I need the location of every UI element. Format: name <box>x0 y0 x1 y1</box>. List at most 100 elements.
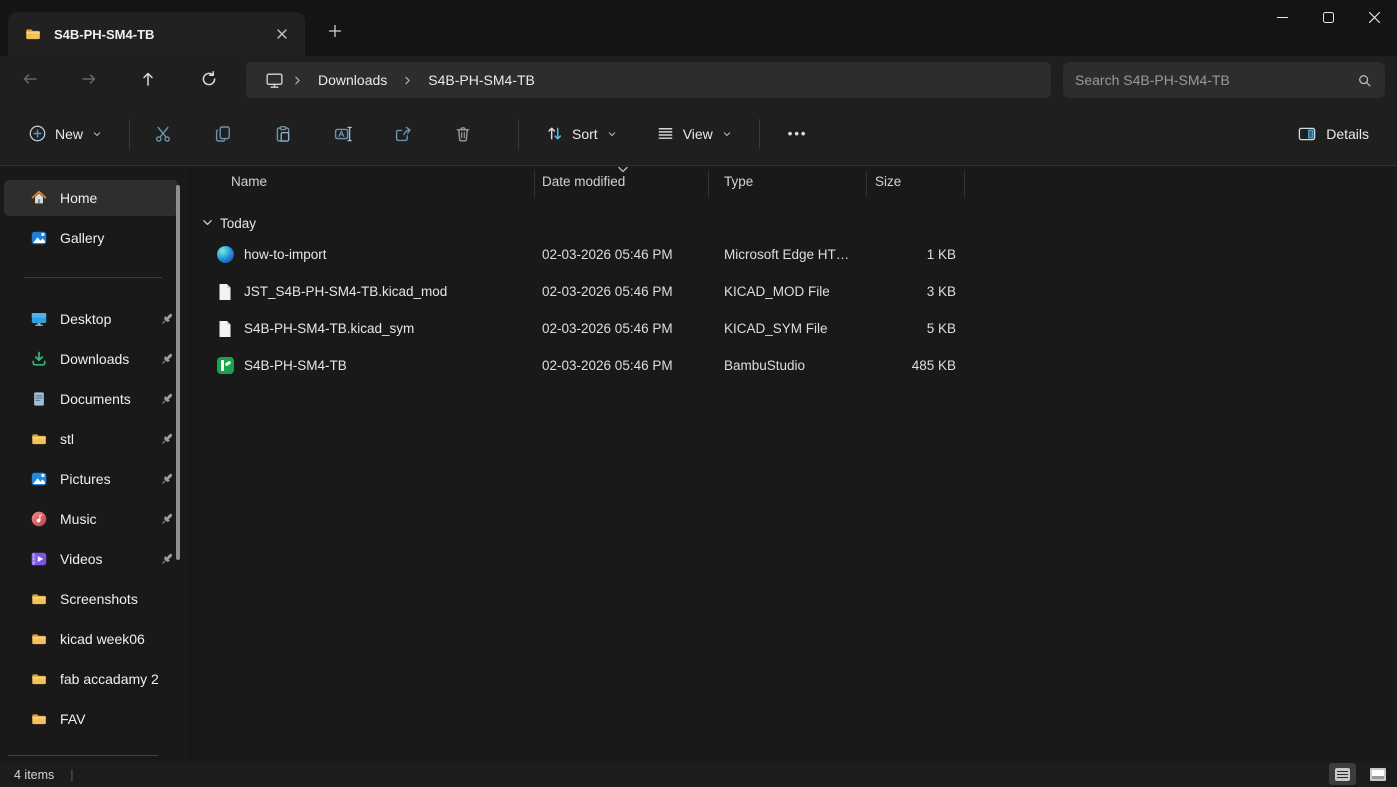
sidebar-item-fab-accadamy[interactable]: fab accadamy 2 <box>4 661 178 697</box>
forward-arrow-icon[interactable] <box>71 61 107 97</box>
status-bar: 4 items | <box>0 762 1397 787</box>
folder-icon <box>30 430 48 448</box>
file-row-bambustudio[interactable]: S4B-PH-SM4-TB 02-03-2026 05:46 PM BambuS… <box>191 347 1397 384</box>
breadcrumb[interactable]: Downloads S4B-PH-SM4-TB <box>246 62 1051 98</box>
file-name[interactable]: JST_S4B-PH-SM4-TB.kicad_mod <box>244 273 447 310</box>
close-icon[interactable] <box>1351 0 1397 34</box>
group-header-today[interactable]: Today <box>191 210 256 236</box>
sidebar-item-fav[interactable]: FAV <box>4 701 178 737</box>
edge-icon <box>217 236 234 273</box>
pin-icon <box>158 470 176 488</box>
file-name[interactable]: how-to-import <box>244 236 327 273</box>
file-row-kicad-sym[interactable]: S4B-PH-SM4-TB.kicad_sym 02-03-2026 05:46… <box>191 310 1397 347</box>
maximize-icon[interactable] <box>1305 0 1351 34</box>
chevron-down-icon <box>608 131 615 136</box>
column-resize-handle[interactable] <box>866 171 867 197</box>
sidebar-item-documents[interactable]: Documents <box>4 381 178 417</box>
sidebar-item-label: Screenshots <box>60 591 138 607</box>
large-icons-view-toggle-icon[interactable] <box>1364 763 1391 785</box>
file-row-how-to-import[interactable]: how-to-import 02-03-2026 05:46 PM Micros… <box>191 236 1397 273</box>
file-name[interactable]: S4B-PH-SM4-TB <box>244 347 347 384</box>
column-resize-handle[interactable] <box>534 171 535 197</box>
delete-icon[interactable] <box>444 116 482 152</box>
rename-icon[interactable] <box>324 116 362 152</box>
details-button-label: Details <box>1326 125 1369 142</box>
new-button[interactable]: New <box>16 116 115 151</box>
back-arrow-icon[interactable] <box>12 61 48 97</box>
explorer-tab[interactable]: S4B-PH-SM4-TB <box>8 12 305 56</box>
folder-icon <box>24 25 42 43</box>
sidebar-item-label: Music <box>60 511 97 527</box>
view-toggles <box>1329 763 1391 785</box>
paste-icon[interactable] <box>264 116 302 152</box>
sidebar-separator <box>24 277 162 278</box>
column-header-date-modified[interactable]: Date modified <box>542 174 625 189</box>
column-resize-handle[interactable] <box>708 171 709 197</box>
up-arrow-icon[interactable] <box>130 61 166 97</box>
file-date: 02-03-2026 05:46 PM <box>542 321 673 336</box>
documents-icon <box>30 390 48 408</box>
cut-icon[interactable] <box>144 116 182 152</box>
chevron-right-icon <box>399 74 416 87</box>
more-options-icon[interactable]: ••• <box>774 118 822 149</box>
chevron-down-icon[interactable] <box>201 218 214 228</box>
sort-button-label: Sort <box>572 125 598 142</box>
pin-icon <box>158 510 176 528</box>
this-pc-monitor-icon[interactable] <box>256 70 287 91</box>
file-row-kicad-mod[interactable]: JST_S4B-PH-SM4-TB.kicad_mod 02-03-2026 0… <box>191 273 1397 310</box>
group-label: Today <box>220 215 257 231</box>
share-icon[interactable] <box>384 116 422 152</box>
sidebar-item-desktop[interactable]: Desktop <box>4 301 178 337</box>
sidebar-item-gallery[interactable]: Gallery <box>4 220 178 256</box>
details-view-toggle-icon[interactable] <box>1329 763 1356 785</box>
videos-icon <box>30 550 48 568</box>
details-button[interactable]: Details <box>1285 116 1381 152</box>
sidebar-item-label: Pictures <box>60 471 111 487</box>
desktop-icon <box>30 310 48 328</box>
sidebar-item-home[interactable]: Home <box>4 180 178 216</box>
chevron-down-icon <box>723 131 731 136</box>
gallery-icon <box>30 229 48 247</box>
pin-icon <box>158 350 176 368</box>
file-size: 485 KB <box>911 358 956 373</box>
toolbar-divider <box>129 118 131 149</box>
column-header-size[interactable]: Size <box>875 174 901 189</box>
sidebar-item-screenshots[interactable]: Screenshots <box>4 581 178 617</box>
sidebar-item-music[interactable]: Music <box>4 501 178 537</box>
sidebar-item-kicad-week06[interactable]: kicad week06 <box>4 621 178 657</box>
minimize-icon[interactable] <box>1259 0 1305 34</box>
sidebar: Home Gallery Desktop Downloads Documents… <box>0 166 190 762</box>
view-button[interactable]: View <box>644 116 745 151</box>
search-box[interactable] <box>1063 62 1385 98</box>
sidebar-item-label: kicad week06 <box>60 631 145 647</box>
refresh-icon[interactable] <box>191 61 227 97</box>
sidebar-item-stl[interactable]: stl <box>4 421 178 457</box>
music-icon <box>30 510 48 528</box>
search-icon[interactable] <box>1356 72 1373 89</box>
copy-icon[interactable] <box>204 116 242 152</box>
column-resize-handle[interactable] <box>964 171 965 197</box>
column-header-name[interactable]: Name <box>231 174 267 189</box>
sidebar-item-label: Gallery <box>60 230 105 246</box>
file-type: BambuStudio <box>724 358 806 373</box>
sidebar-item-label: Downloads <box>60 351 130 367</box>
file-size: 5 KB <box>926 321 956 336</box>
sidebar-scrollbar[interactable] <box>176 185 180 560</box>
file-name[interactable]: S4B-PH-SM4-TB.kicad_sym <box>244 310 414 347</box>
column-header-type[interactable]: Type <box>724 174 753 189</box>
breadcrumb-item-current[interactable]: S4B-PH-SM4-TB <box>418 68 545 92</box>
sidebar-item-label: stl <box>60 431 74 447</box>
details-pane-icon <box>1298 127 1316 140</box>
search-input[interactable] <box>1075 72 1356 88</box>
sidebar-item-pictures[interactable]: Pictures <box>4 461 178 497</box>
sidebar-item-videos[interactable]: Videos <box>4 541 178 577</box>
file-list-pane: Name Date modified Type Size Today how-t… <box>191 166 1397 762</box>
tab-close-icon[interactable] <box>269 21 295 47</box>
sort-button[interactable]: Sort <box>533 116 630 151</box>
view-button-label: View <box>682 125 713 142</box>
sidebar-item-downloads[interactable]: Downloads <box>4 341 178 377</box>
sidebar-item-label: FAV <box>60 711 86 727</box>
new-tab-icon[interactable] <box>320 16 350 46</box>
breadcrumb-item-downloads[interactable]: Downloads <box>308 68 397 92</box>
file-date: 02-03-2026 05:46 PM <box>542 247 673 262</box>
